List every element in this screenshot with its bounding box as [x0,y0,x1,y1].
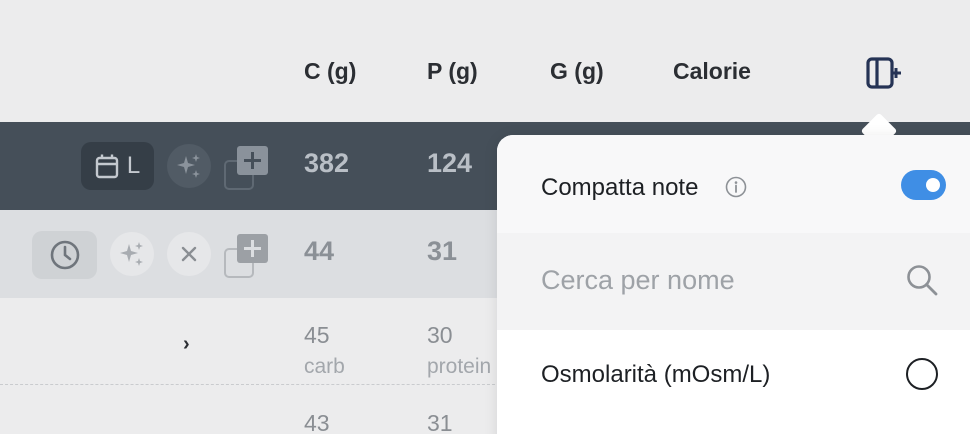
item2-protein-value: 31 [427,410,453,434]
meal-carbs-value: 44 [304,236,335,266]
expand-row-chevron[interactable]: › [183,333,190,356]
item2-carbs-value: 43 [304,410,330,434]
copy-add-button[interactable] [224,146,268,190]
table-header: C (g) P (g) G (g) Calorie [0,0,970,122]
column-header-protein[interactable]: P (g) [427,58,478,85]
meal-time-chip[interactable] [32,231,97,279]
sparkles-icon [120,242,143,266]
item-protein-value: 30 [427,322,453,348]
search-row [497,233,970,330]
panel-add-icon [866,57,901,89]
sparkles-icon [177,154,200,178]
ai-suggest-button[interactable] [167,144,211,188]
info-icon[interactable] [725,176,747,198]
item-protein-unit: protein [427,355,492,378]
search-input[interactable] [541,265,861,296]
column-option-osmolarity[interactable]: Osmolarità (mOsm/L) [497,330,970,434]
column-header-fat[interactable]: G (g) [550,58,604,85]
clock-icon [50,240,79,270]
item-carbs-value: 45 [304,322,330,348]
row-divider [0,384,500,385]
calendar-icon [95,154,119,179]
copy-add-icon [224,146,268,190]
option-label: Osmolarità (mOsm/L) [541,361,771,388]
meal-protein-value: 31 [427,236,458,266]
compact-notes-row[interactable]: Compatta note [497,135,970,233]
column-settings-popup: Compatta note Osmolarità (mOsm/L) [497,135,970,434]
item-carbs-unit: carb [304,355,345,378]
compact-notes-toggle[interactable] [901,170,946,200]
search-icon[interactable] [905,263,939,297]
meal-remove-button[interactable] [167,232,211,276]
column-header-carbs[interactable]: C (g) [304,58,356,85]
column-panel-button[interactable] [866,57,902,89]
meal-copy-add-button[interactable] [224,234,268,278]
day-carbs-value: 382 [304,148,350,178]
compact-notes-label: Compatta note [541,174,699,201]
day-protein-value: 124 [427,148,473,178]
copy-add-icon [224,234,268,278]
option-radio[interactable] [906,358,938,390]
meal-ai-suggest-button[interactable] [110,232,154,276]
column-header-calories[interactable]: Calorie [673,58,751,85]
toggle-knob [926,178,940,192]
date-chip-label: L [126,152,141,179]
close-icon [181,246,197,262]
date-chip[interactable]: L [81,142,154,190]
